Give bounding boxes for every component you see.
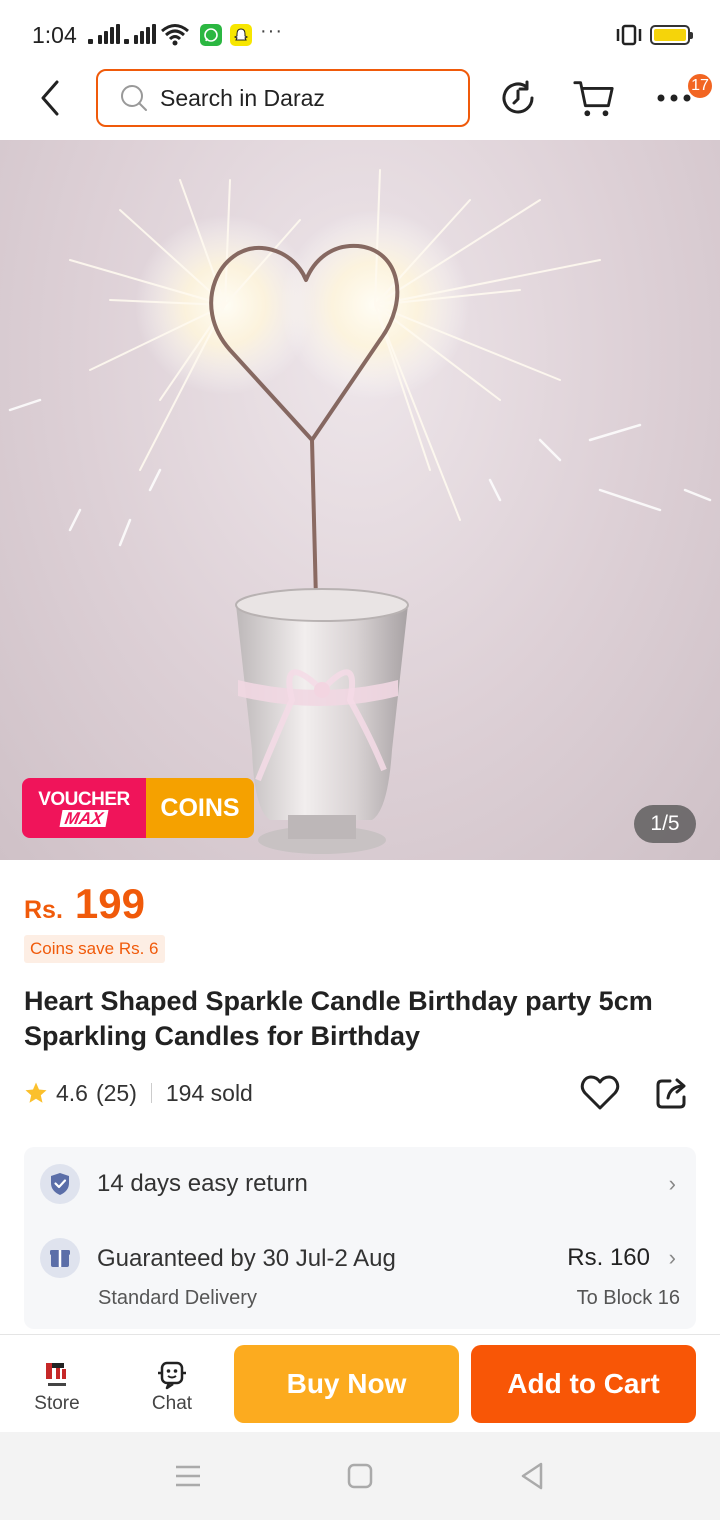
product-image[interactable] [0, 140, 720, 860]
menu-icon [176, 1465, 200, 1487]
rating-row[interactable]: 4.6 (25) 194 sold [24, 1077, 253, 1109]
cart-icon [573, 81, 614, 117]
wishlist-button[interactable] [578, 1072, 622, 1114]
delivery-destination: To Block 16 [576, 1287, 680, 1309]
product-title: Heart Shaped Sparkle Candle Birthday par… [24, 986, 653, 1051]
sold-count: 194 sold [165, 1079, 253, 1106]
star-icon [25, 1082, 47, 1103]
status-time: 1:04 [32, 22, 77, 48]
image-counter: 1/5 [634, 805, 696, 843]
review-count: (25) [95, 1079, 137, 1106]
more-notifications-icon: ··· [260, 20, 283, 42]
chevron-left-icon [41, 80, 59, 116]
chevron-right-icon: › [668, 1245, 676, 1270]
search-placeholder: Search in Daraz [160, 84, 325, 111]
product-photo [8, 169, 712, 854]
shield-check-icon [40, 1164, 80, 1204]
signal-icon [124, 24, 156, 44]
battery-icon [650, 25, 693, 45]
chat-button[interactable]: Chat [132, 1355, 212, 1415]
voucher-max-coins-badge: VOUCHER MAX COINS [22, 778, 254, 838]
back-button[interactable] [30, 76, 70, 120]
delivery-type: Standard Delivery [98, 1287, 257, 1309]
chat-label: Chat [151, 1393, 193, 1414]
cart-button[interactable] [572, 76, 616, 120]
product-price: Rs. 199 [24, 880, 145, 928]
search-icon [121, 85, 147, 111]
delivery-fee: Rs. 160 [567, 1244, 650, 1271]
coins-save-tag: Coins save Rs. 6 [24, 935, 165, 963]
snapchat-icon [230, 24, 252, 46]
search-input[interactable]: Search in Daraz [96, 69, 470, 127]
add-to-cart-button[interactable]: Add to Cart [471, 1345, 696, 1423]
wifi-icon [161, 24, 189, 46]
return-policy-row[interactable]: 14 days easy return › [24, 1147, 696, 1221]
more-icon [657, 94, 691, 102]
share-button[interactable] [651, 1072, 693, 1114]
cart-count-badge: 17 [686, 72, 714, 100]
delivery-box-icon [40, 1238, 80, 1278]
system-nav-bar [0, 1432, 720, 1520]
coins-label: COINS [146, 778, 254, 838]
store-button[interactable]: Store [17, 1355, 97, 1415]
chevron-right-icon: › [668, 1171, 676, 1196]
price-amount: 199 [74, 880, 145, 927]
price-currency: Rs. [24, 896, 63, 924]
store-logo-icon [42, 1355, 72, 1393]
delivery-guarantee-row[interactable]: Guaranteed by 30 Jul-2 Aug Standard Deli… [24, 1221, 696, 1329]
delivery-info-card: 14 days easy return › Guaranteed by 30 J… [24, 1147, 696, 1329]
rating-value: 4.6 [56, 1079, 88, 1106]
heart-icon [580, 1075, 620, 1110]
buy-now-button[interactable]: Buy Now [234, 1345, 459, 1423]
status-bar: 1:04 ··· [0, 0, 720, 68]
whatsapp-icon [200, 24, 222, 46]
back-triangle-icon [521, 1462, 543, 1490]
signal-icon [88, 24, 120, 44]
history-icon [502, 80, 534, 114]
home-nav-button[interactable] [340, 1460, 380, 1492]
bottom-action-bar: Store Chat Buy Now Add to Cart [0, 1334, 720, 1432]
history-button[interactable] [496, 76, 540, 120]
divider [150, 1083, 152, 1103]
voucher-max-label: VOUCHER MAX [22, 778, 146, 838]
home-square-icon [347, 1463, 373, 1489]
back-nav-button[interactable] [512, 1460, 552, 1492]
top-header: Search in Daraz [0, 68, 720, 140]
return-policy-text: 14 days easy return [97, 1170, 308, 1197]
menu-nav-button[interactable] [168, 1460, 208, 1492]
chat-bot-icon [155, 1355, 189, 1393]
delivery-guarantee-text: Guaranteed by 30 Jul-2 Aug [97, 1245, 396, 1272]
vibrate-icon [616, 24, 642, 46]
store-label: Store [34, 1393, 80, 1414]
share-icon [656, 1078, 686, 1109]
